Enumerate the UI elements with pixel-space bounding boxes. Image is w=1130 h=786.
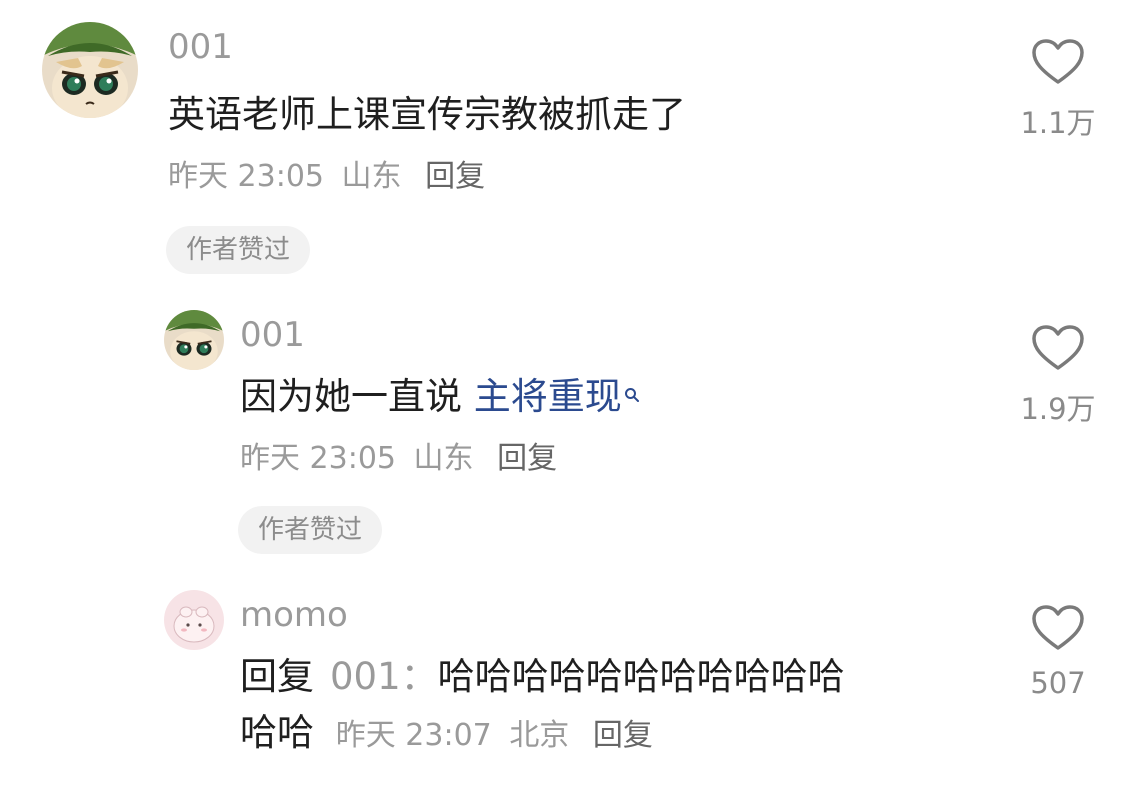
reply-button[interactable]: 回复 xyxy=(497,441,557,476)
heart-outline-icon xyxy=(1032,39,1084,84)
reply-button[interactable]: 回复 xyxy=(593,718,653,753)
comment-location: 北京 xyxy=(509,718,570,753)
comment-meta: 昨天 23:05 山东 回复 xyxy=(168,162,485,192)
reply-prefix: 回复 xyxy=(240,655,314,698)
search-icon[interactable] xyxy=(624,372,640,409)
avatar[interactable] xyxy=(164,310,224,370)
comment-text: 回复 001：哈哈哈哈哈哈哈哈哈哈哈 xyxy=(240,658,845,695)
reply-target-username[interactable]: 001： xyxy=(330,655,438,698)
like-count: 507 xyxy=(1030,666,1086,700)
like-button[interactable]: 507 xyxy=(1008,604,1108,700)
user-avatar-image xyxy=(164,310,224,370)
comment-time: 昨天 23:05 xyxy=(240,441,396,476)
comment-meta: 昨天 23:07 北京 回复 xyxy=(336,718,653,753)
comment-text-line2-row: 哈哈 昨天 23:07 北京 回复 xyxy=(240,714,653,751)
comment-username[interactable]: 001 xyxy=(240,318,305,352)
comment-username[interactable]: 001 xyxy=(168,30,233,64)
search-keyword-link[interactable]: 主将重现 xyxy=(474,375,622,418)
comment-username[interactable]: momo xyxy=(240,598,348,632)
like-count: 1.9万 xyxy=(1020,392,1096,426)
user-avatar-image xyxy=(42,22,138,118)
author-liked-badge: 作者赞过 xyxy=(238,506,383,554)
reply-button[interactable]: 回复 xyxy=(425,159,485,194)
comment-time: 昨天 23:05 xyxy=(168,159,324,194)
comment-text-line2: 哈哈 xyxy=(240,711,314,754)
like-button[interactable]: 1.9万 xyxy=(1008,324,1108,428)
comment-section: 001 英语老师上课宣传宗教被抓走了 昨天 23:05 山东 回复 作者赞过 1… xyxy=(0,0,1130,786)
avatar[interactable] xyxy=(42,22,138,118)
comment-text-line1: 哈哈哈哈哈哈哈哈哈哈哈 xyxy=(437,655,845,698)
comment-text: 因为她一直说 主将重现 xyxy=(240,378,640,415)
user-avatar-image xyxy=(164,590,224,650)
comment-meta: 昨天 23:05 山东 回复 xyxy=(240,444,557,474)
comment-location: 山东 xyxy=(341,159,402,194)
comment-time: 昨天 23:07 xyxy=(335,718,492,753)
author-liked-badge: 作者赞过 xyxy=(166,226,311,274)
heart-outline-icon xyxy=(1032,605,1084,650)
comment-text: 英语老师上课宣传宗教被抓走了 xyxy=(168,93,686,136)
like-button[interactable]: 1.1万 xyxy=(1008,38,1108,142)
like-count: 1.1万 xyxy=(1020,106,1096,140)
comment-text-prefix: 因为她一直说 xyxy=(240,375,474,418)
heart-outline-icon xyxy=(1032,325,1084,370)
avatar[interactable] xyxy=(164,590,224,650)
comment-location: 山东 xyxy=(413,441,474,476)
